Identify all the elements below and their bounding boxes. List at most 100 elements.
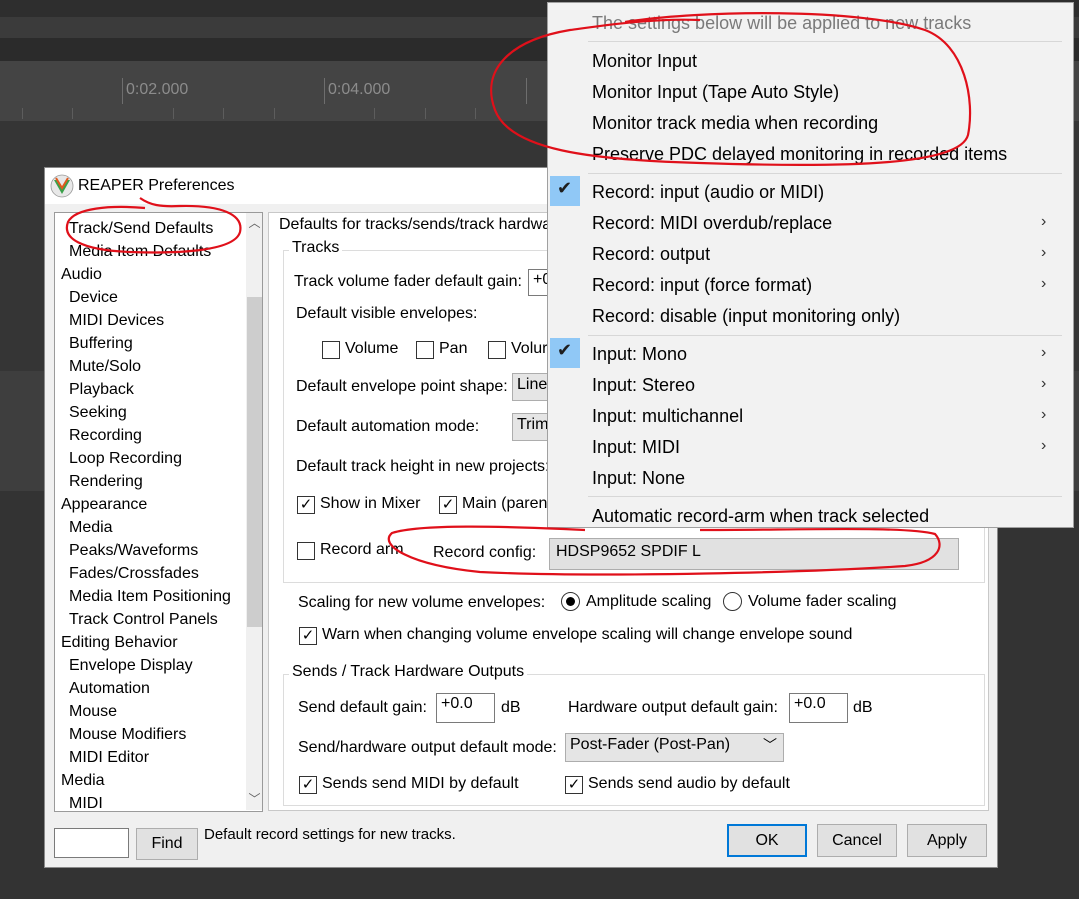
menu-item-record-disable[interactable]: Record: disable (input monitoring only) (592, 305, 900, 327)
category-tree[interactable]: Track/Send Defaults Media Item Defaults … (54, 212, 263, 812)
tree-item-recording[interactable]: Recording (69, 426, 142, 446)
tree-item-mouse-modifiers[interactable]: Mouse Modifiers (69, 725, 186, 745)
tree-item-midi[interactable]: MIDI (69, 794, 103, 811)
tree-item-seeking[interactable]: Seeking (69, 403, 127, 423)
scrollbar-thumb[interactable] (247, 297, 262, 627)
menu-item-monitor-track-media[interactable]: Monitor track media when recording (592, 112, 878, 134)
apply-button[interactable]: Apply (907, 824, 987, 857)
pan-envelope-checkbox[interactable] (416, 341, 434, 359)
tree-item-automation[interactable]: Automation (69, 679, 150, 699)
tree-item-editing-behavior[interactable]: Editing Behavior (61, 633, 178, 653)
tree-item-track-control-panels[interactable]: Track Control Panels (69, 610, 218, 630)
main-parent-send-checkbox[interactable]: ✓ (439, 496, 457, 514)
amplitude-scaling-label: Amplitude scaling (586, 593, 712, 610)
tree-item-mute-solo[interactable]: Mute/Solo (69, 357, 141, 377)
scroll-down-icon[interactable]: ﹀ (246, 791, 262, 808)
tree-item-loop-recording[interactable]: Loop Recording (69, 449, 182, 469)
menu-item-auto-record-arm[interactable]: Automatic record-arm when track selected (592, 505, 929, 527)
chevron-right-icon: › (1041, 344, 1047, 361)
menu-item-monitor-input[interactable]: Monitor Input (592, 50, 697, 72)
dialog-title: REAPER Preferences (78, 177, 235, 194)
menu-item-input-multichannel[interactable]: Input: multichannel (592, 405, 743, 427)
show-in-mixer-label: Show in Mixer (320, 495, 421, 512)
menu-item-input-mono[interactable]: Input: Mono (592, 343, 687, 365)
ruler-minor-tick (425, 108, 426, 119)
volume-prefx-envelope-checkbox[interactable] (488, 341, 506, 359)
warn-scaling-checkbox[interactable]: ✓ (299, 627, 317, 645)
ruler-minor-tick (22, 108, 23, 119)
tree-item-mouse[interactable]: Mouse (69, 702, 117, 722)
send-gain-unit: dB (501, 699, 521, 716)
sends-audio-label: Sends send audio by default (588, 775, 790, 792)
record-arm-checkbox[interactable] (297, 542, 315, 560)
status-text: Default record settings for new tracks. (204, 826, 456, 843)
tree-scrollbar[interactable]: ︿ ﹀ (246, 213, 262, 810)
find-input[interactable] (54, 828, 129, 858)
tree-item-midi-devices[interactable]: MIDI Devices (69, 311, 164, 331)
main-parent-send-label: Main (parent (462, 495, 552, 512)
menu-item-record-output[interactable]: Record: output (592, 243, 710, 265)
tree-item-playback[interactable]: Playback (69, 380, 134, 400)
scroll-up-icon[interactable]: ︿ (246, 215, 262, 232)
send-mode-dropdown[interactable]: Post-Fader (Post-Pan) ﹀ (565, 733, 784, 762)
tree-item-appearance[interactable]: Appearance (61, 495, 147, 515)
menu-separator (588, 173, 1062, 174)
hardware-gain-input[interactable]: +0.0 (789, 693, 848, 723)
chevron-right-icon: › (1041, 213, 1047, 230)
amplitude-scaling-radio[interactable] (561, 592, 580, 611)
sends-midi-checkbox[interactable]: ✓ (299, 776, 317, 794)
send-gain-input[interactable]: +0.0 (436, 693, 495, 723)
tree-item-media-item-positioning[interactable]: Media Item Positioning (69, 587, 231, 607)
tree-item-media-section[interactable]: Media (61, 771, 105, 791)
tree-item-midi-editor[interactable]: MIDI Editor (69, 748, 149, 768)
tree-item-envelope-display[interactable]: Envelope Display (69, 656, 193, 676)
menu-item-record-midi-overdub[interactable]: Record: MIDI overdub/replace (592, 212, 832, 234)
menu-item-input-stereo[interactable]: Input: Stereo (592, 374, 695, 396)
volume-envelope-checkbox[interactable] (322, 341, 340, 359)
tree-item-media-item-defaults[interactable]: Media Item Defaults (69, 242, 211, 262)
volume-prefx-envelope-label: Volur (511, 340, 548, 357)
sends-midi-label: Sends send MIDI by default (322, 775, 519, 792)
find-button[interactable]: Find (136, 828, 198, 860)
ruler-minor-tick (223, 108, 224, 119)
check-highlight: ✔ (550, 338, 580, 368)
tree-item-audio[interactable]: Audio (61, 265, 102, 285)
checkmark-icon: ✔ (557, 178, 573, 198)
menu-item-monitor-input-tape[interactable]: Monitor Input (Tape Auto Style) (592, 81, 839, 103)
menu-item-input-none[interactable]: Input: None (592, 467, 685, 489)
tree-item-rendering[interactable]: Rendering (69, 472, 143, 492)
fader-scaling-radio[interactable] (723, 592, 742, 611)
automation-mode-label: Default automation mode: (296, 418, 480, 435)
chevron-right-icon: › (1041, 437, 1047, 454)
ruler-time-label: 0:04.000 (328, 81, 391, 98)
cancel-button[interactable]: Cancel (817, 824, 897, 857)
chevron-right-icon: › (1041, 375, 1047, 392)
menu-item-input-midi[interactable]: Input: MIDI (592, 436, 680, 458)
send-gain-label: Send default gain: (298, 699, 427, 716)
pan-envelope-label: Pan (439, 340, 468, 357)
chevron-right-icon: › (1041, 406, 1047, 423)
chevron-down-icon: ﹀ (763, 737, 777, 753)
menu-separator (588, 41, 1062, 42)
menu-header: The settings below will be applied to ne… (592, 13, 972, 33)
record-config-button[interactable]: HDSP9652 SPDIF L (549, 538, 959, 570)
tree-item-track-send-defaults[interactable]: Track/Send Defaults (69, 219, 213, 239)
menu-item-preserve-pdc[interactable]: Preserve PDC delayed monitoring in recor… (592, 143, 1007, 165)
tree-item-device[interactable]: Device (69, 288, 118, 308)
tree-item-peaks-waveforms[interactable]: Peaks/Waveforms (69, 541, 198, 561)
tree-item-buffering[interactable]: Buffering (69, 334, 133, 354)
ruler-tick (526, 78, 527, 104)
ruler-minor-tick (475, 108, 476, 119)
show-in-mixer-checkbox[interactable]: ✓ (297, 496, 315, 514)
send-mode-label: Send/hardware output default mode: (298, 739, 557, 756)
ok-button[interactable]: OK (727, 824, 807, 857)
menu-item-record-input[interactable]: Record: input (audio or MIDI) (592, 181, 824, 203)
menu-item-record-force-format[interactable]: Record: input (force format) (592, 274, 812, 296)
tree-item-fades-crossfades[interactable]: Fades/Crossfades (69, 564, 199, 584)
tree-item-media[interactable]: Media (69, 518, 113, 538)
sends-audio-checkbox[interactable]: ✓ (565, 776, 583, 794)
ruler-tick (122, 78, 123, 104)
ruler-minor-tick (173, 108, 174, 119)
chevron-right-icon: › (1041, 275, 1047, 292)
reaper-logo-icon (50, 174, 74, 198)
